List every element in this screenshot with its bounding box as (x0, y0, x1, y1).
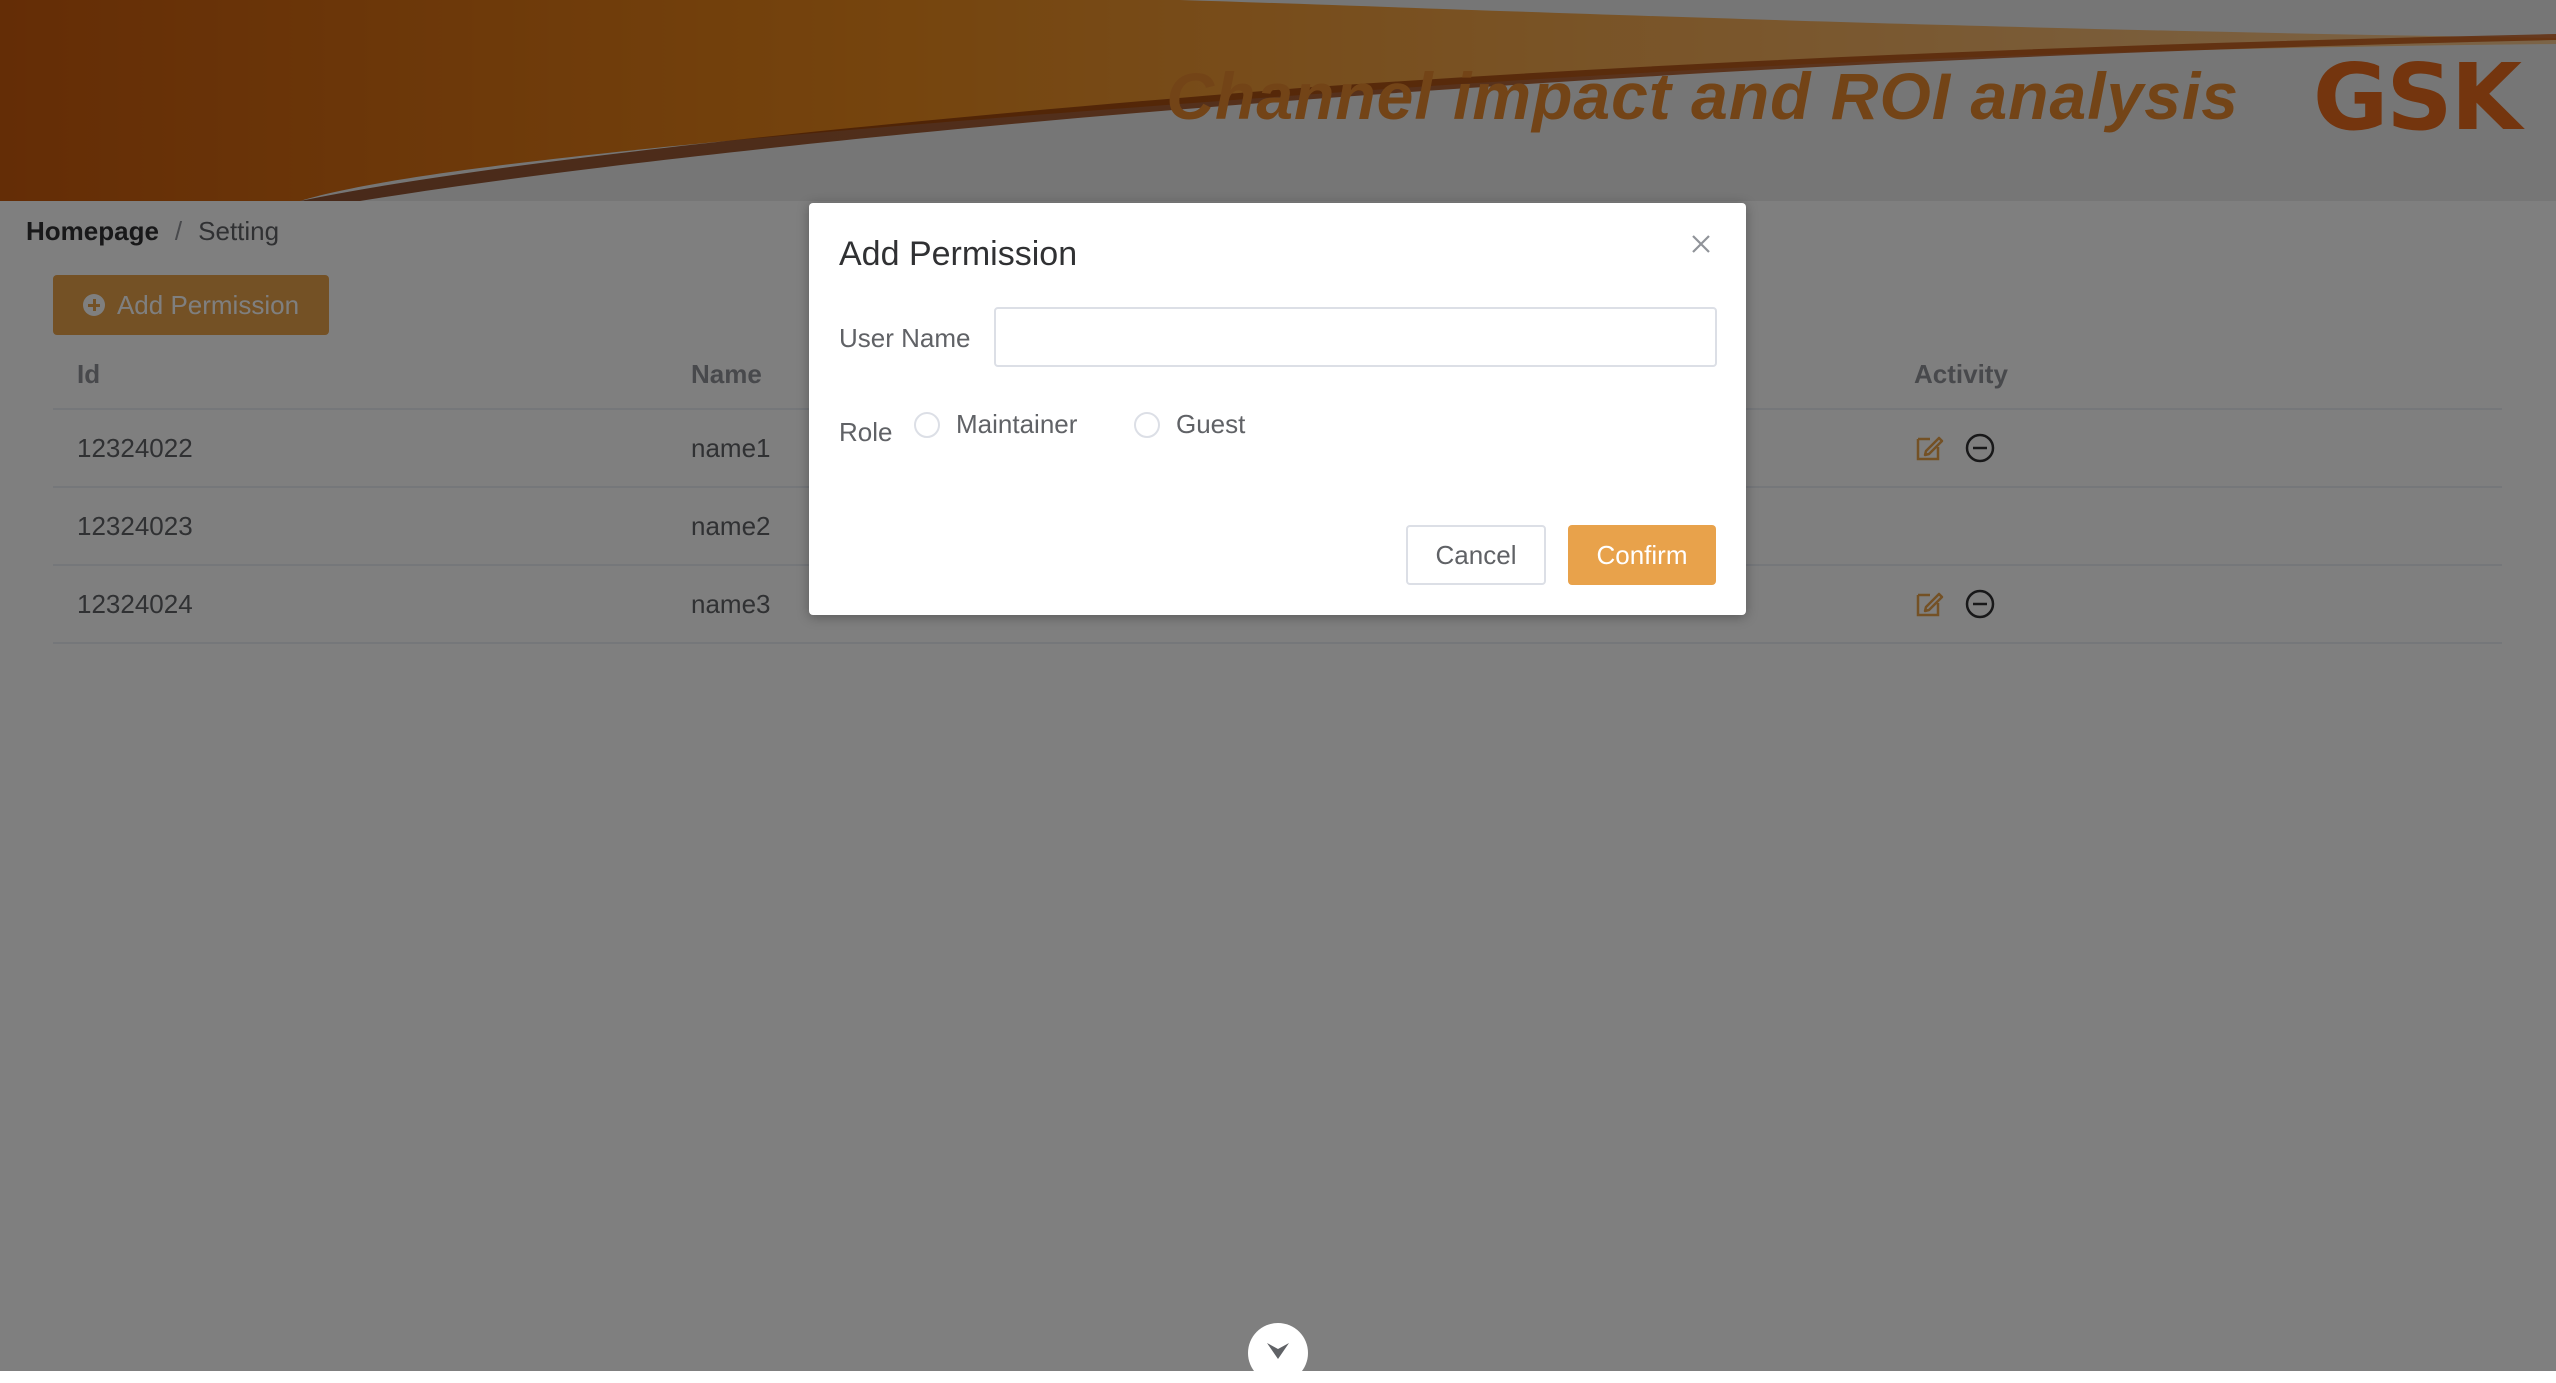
cancel-button[interactable]: Cancel (1406, 525, 1546, 585)
dialog-title: Add Permission (839, 235, 1078, 273)
role-label: Role (839, 417, 893, 447)
bottom-toggle-button[interactable] (1248, 1323, 1308, 1383)
role-radio-guest[interactable]: Guest (1134, 409, 1245, 440)
user-name-label: User Name (839, 323, 971, 353)
radio-label-maintainer: Maintainer (956, 409, 1078, 439)
chevron-down-icon (1267, 1343, 1289, 1359)
radio-circle[interactable] (1134, 411, 1160, 438)
close-icon[interactable] (1686, 229, 1716, 259)
radio-label-guest: Guest (1176, 409, 1246, 439)
radio-circle[interactable] (914, 411, 940, 438)
confirm-button[interactable]: Confirm (1568, 525, 1716, 585)
user-name-input[interactable] (994, 307, 1717, 367)
add-permission-dialog: Add Permission User Name Role Maintainer… (809, 203, 1746, 615)
role-radio-maintainer[interactable]: Maintainer (914, 409, 1077, 440)
